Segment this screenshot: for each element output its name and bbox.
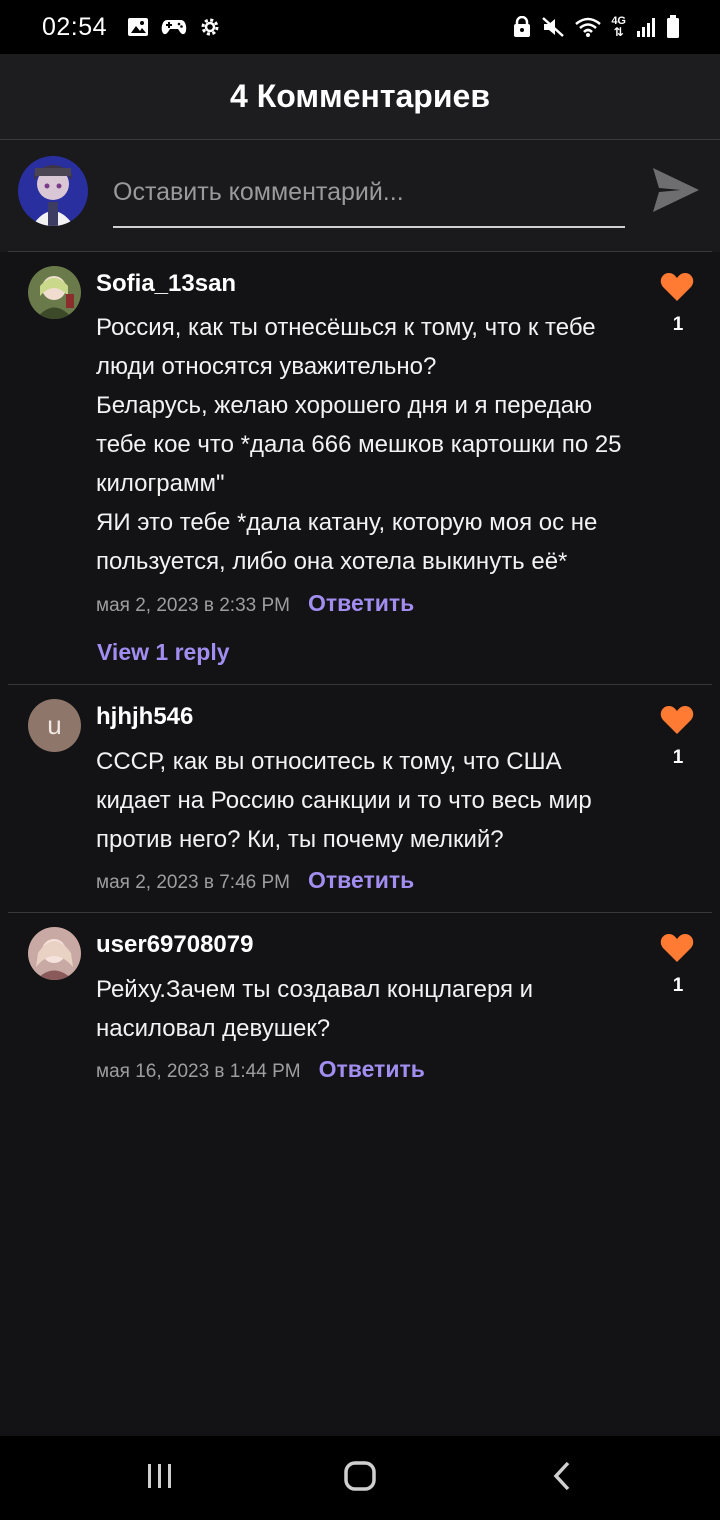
send-icon — [651, 166, 701, 219]
like-count: 1 — [672, 747, 684, 768]
like-button[interactable] — [660, 705, 696, 737]
current-user-avatar[interactable] — [18, 156, 88, 226]
reply-button[interactable]: Ответить — [319, 1056, 425, 1083]
reply-button[interactable]: Ответить — [308, 590, 414, 617]
comment-item: u hjhjh546 СССР, как вы относитесь к том… — [0, 685, 720, 912]
settings-icon — [199, 16, 221, 38]
status-bar: 02:54 4G ⇅ — [0, 0, 720, 54]
heart-icon — [660, 273, 694, 306]
wifi-icon — [575, 16, 602, 38]
comment-author[interactable]: hjhjh546 — [96, 703, 193, 731]
page-title: 4 Комментариев — [230, 78, 490, 114]
avatar[interactable] — [28, 927, 81, 980]
navigation-bar — [0, 1436, 720, 1520]
comment-text: Рейху.Зачем ты создавал концлагеря и нас… — [96, 976, 534, 1042]
recent-apps-icon — [145, 1462, 175, 1495]
status-time: 02:54 — [42, 12, 108, 41]
comment-date: мая 2, 2023 в 7:46 PM — [96, 872, 290, 893]
comment-author[interactable]: user69708079 — [96, 931, 253, 959]
reply-button[interactable]: Ответить — [308, 867, 414, 894]
home-button[interactable] — [338, 1458, 382, 1498]
back-button[interactable] — [540, 1458, 584, 1498]
heart-icon — [660, 934, 694, 967]
avatar[interactable] — [28, 266, 81, 319]
header: 4 Комментариев — [0, 54, 720, 140]
comment-meta: мая 16, 2023 в 1:44 PM Ответить — [96, 1056, 425, 1083]
comment-date: мая 16, 2023 в 1:44 PM — [96, 1061, 301, 1082]
battery-icon — [666, 15, 680, 39]
signal-icon — [636, 16, 656, 38]
like-count: 1 — [672, 975, 684, 996]
like-button[interactable] — [660, 272, 696, 304]
lock-icon — [513, 16, 531, 38]
comment-item: user69708079 Рейху.Зачем ты создавал кон… — [0, 913, 720, 1093]
back-icon — [551, 1460, 573, 1497]
comment-text: Россия, как ты отнесёшься к тому, что к … — [96, 314, 622, 575]
gamepad-icon — [161, 18, 187, 36]
comment-composer — [0, 140, 720, 252]
comment-text: СССР, как вы относитесь к тому, что США … — [96, 748, 592, 853]
comment-input[interactable] — [113, 166, 625, 228]
mute-icon — [541, 16, 565, 38]
home-icon — [343, 1460, 377, 1497]
comment-meta: мая 2, 2023 в 2:33 PM Ответить — [96, 590, 414, 617]
send-button[interactable] — [650, 166, 702, 218]
network-4g-icon: 4G ⇅ — [611, 14, 626, 39]
heart-icon — [660, 706, 694, 739]
image-icon — [127, 17, 149, 37]
view-replies-link[interactable]: View 1 reply — [97, 639, 230, 666]
recent-apps-button[interactable] — [138, 1458, 182, 1498]
comment-author[interactable]: Sofia_13san — [96, 270, 236, 298]
comment-item: Sofia_13san Россия, как ты отнесёшься к … — [0, 252, 720, 684]
like-count: 1 — [672, 314, 684, 335]
comment-date: мая 2, 2023 в 2:33 PM — [96, 595, 290, 616]
like-button[interactable] — [660, 933, 696, 965]
avatar[interactable]: u — [28, 699, 81, 752]
comment-meta: мая 2, 2023 в 7:46 PM Ответить — [96, 867, 414, 894]
